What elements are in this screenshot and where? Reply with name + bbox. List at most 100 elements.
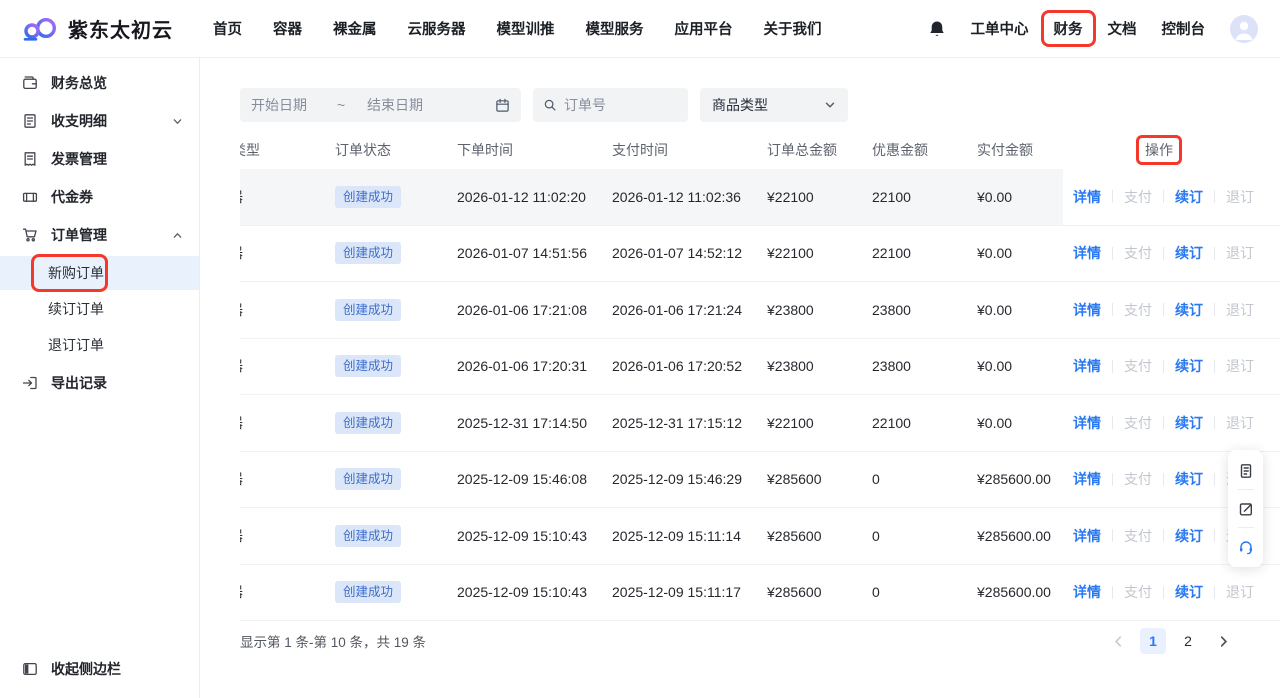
sidebar-item-voucher[interactable]: 代金券 bbox=[0, 178, 199, 216]
order-number-search-input[interactable]: 订单号 bbox=[533, 88, 688, 122]
user-avatar[interactable] bbox=[1230, 15, 1258, 43]
order-time-cell: 2025-12-09 15:46:08 bbox=[457, 471, 612, 487]
nav-link-ticket-center[interactable]: 工单中心 bbox=[971, 18, 1029, 39]
clipped-cell-fragment: 器 bbox=[240, 469, 243, 489]
pay-link[interactable]: 支付 bbox=[1124, 582, 1152, 602]
clipped-cell: 器 bbox=[240, 243, 335, 263]
pay-link[interactable]: 支付 bbox=[1124, 526, 1152, 546]
invoice-icon bbox=[22, 151, 38, 167]
orders-table: 类型 订单状态 下单时间 支付时间 订单总金额 优惠金额 实付金额 操作 器 bbox=[240, 131, 1280, 621]
renew-link[interactable]: 续订 bbox=[1175, 582, 1203, 602]
nav-menu-item[interactable]: 模型服务 bbox=[586, 18, 644, 39]
header-total-amount: 订单总金额 bbox=[767, 140, 872, 160]
nav-menu-item[interactable]: 应用平台 bbox=[675, 18, 733, 39]
nav-menu-item[interactable]: 容器 bbox=[273, 18, 302, 39]
sidebar-item-label: 代金券 bbox=[51, 187, 93, 207]
detail-link[interactable]: 详情 bbox=[1073, 243, 1101, 263]
sidebar-item-finance-overview[interactable]: 财务总览 bbox=[0, 64, 199, 102]
detail-link[interactable]: 详情 bbox=[1073, 582, 1101, 602]
detail-link[interactable]: 详情 bbox=[1073, 187, 1101, 207]
clipped-cell-fragment: 器 bbox=[240, 187, 243, 207]
nav-menu-item[interactable]: 关于我们 bbox=[764, 18, 822, 39]
renew-link[interactable]: 续订 bbox=[1175, 187, 1203, 207]
header-order-time: 下单时间 bbox=[457, 140, 612, 160]
nav-link-finance-annotated[interactable]: 财务 bbox=[1054, 18, 1083, 39]
feedback-tool-button[interactable] bbox=[1228, 495, 1263, 522]
table-row: 器 创建成功 2026-01-06 17:21:08 2026-01-06 17… bbox=[240, 282, 1280, 339]
search-icon bbox=[543, 98, 557, 112]
header-actions-annotated: 操作 bbox=[1145, 140, 1173, 160]
renew-link[interactable]: 续订 bbox=[1175, 356, 1203, 376]
nav-menu-item[interactable]: 首页 bbox=[213, 18, 242, 39]
customer-service-button[interactable] bbox=[1228, 533, 1263, 560]
nav-menu-item[interactable]: 模型训推 bbox=[497, 18, 555, 39]
sidebar-item-income-expense[interactable]: 收支明细 bbox=[0, 102, 199, 140]
table-header-row: 类型 订单状态 下单时间 支付时间 订单总金额 优惠金额 实付金额 操作 bbox=[240, 131, 1280, 169]
order-time-cell: 2026-01-07 14:51:56 bbox=[457, 245, 612, 261]
detail-link[interactable]: 详情 bbox=[1073, 469, 1101, 489]
detail-link[interactable]: 详情 bbox=[1073, 356, 1101, 376]
discount-amount-cell: 0 bbox=[872, 584, 977, 600]
renew-link[interactable]: 续订 bbox=[1175, 526, 1203, 546]
paid-amount-cell: ¥285600.00 bbox=[977, 528, 1063, 544]
sidebar-item-export-records[interactable]: 导出记录 bbox=[0, 364, 199, 402]
detail-link[interactable]: 详情 bbox=[1073, 413, 1101, 433]
detail-link[interactable]: 详情 bbox=[1073, 300, 1101, 320]
pay-link[interactable]: 支付 bbox=[1124, 187, 1152, 207]
collapse-sidebar-button[interactable]: 收起侧边栏 bbox=[0, 650, 199, 688]
nav-link-console[interactable]: 控制台 bbox=[1162, 18, 1206, 39]
status-badge: 创建成功 bbox=[335, 299, 401, 321]
pay-link[interactable]: 支付 bbox=[1124, 243, 1152, 263]
sidebar-subitem-new-orders[interactable]: 新购订单 bbox=[0, 256, 199, 290]
pay-time-cell: 2025-12-31 17:15:12 bbox=[612, 415, 767, 431]
detail-link[interactable]: 详情 bbox=[1073, 526, 1101, 546]
pay-link[interactable]: 支付 bbox=[1124, 469, 1152, 489]
discount-amount-cell: 22100 bbox=[872, 415, 977, 431]
unsubscribe-link[interactable]: 退订 bbox=[1226, 582, 1254, 602]
sidebar-item-order-mgmt[interactable]: 订单管理 bbox=[0, 216, 199, 254]
action-divider bbox=[1112, 360, 1113, 373]
pagination-bar: 显示第 1 条-第 10 条，共 19 条 1 2 bbox=[240, 627, 1280, 655]
renew-link[interactable]: 续订 bbox=[1175, 243, 1203, 263]
renew-link[interactable]: 续订 bbox=[1175, 413, 1203, 433]
floating-side-toolbar bbox=[1228, 450, 1263, 567]
discount-amount-cell: 0 bbox=[872, 471, 977, 487]
next-page-button[interactable] bbox=[1210, 628, 1236, 654]
status-badge: 创建成功 bbox=[335, 525, 401, 547]
total-amount-cell: ¥23800 bbox=[767, 302, 872, 318]
unsubscribe-link[interactable]: 退订 bbox=[1226, 413, 1254, 433]
sidebar-subitem-unsubscribe-orders[interactable]: 退订订单 bbox=[0, 328, 199, 362]
export-icon bbox=[22, 375, 38, 391]
date-range-picker[interactable]: 开始日期 ~ 结束日期 bbox=[240, 88, 521, 122]
status-badge: 创建成功 bbox=[335, 412, 401, 434]
sidebar-item-label: 财务总览 bbox=[51, 73, 107, 93]
navbar-right: 工单中心 财务 文档 控制台 bbox=[928, 15, 1259, 43]
status-badge: 创建成功 bbox=[335, 355, 401, 377]
page-button-1[interactable]: 1 bbox=[1140, 628, 1166, 654]
notification-bell-icon[interactable] bbox=[928, 20, 946, 38]
nav-menu-item[interactable]: 云服务器 bbox=[408, 18, 466, 39]
renew-link[interactable]: 续订 bbox=[1175, 300, 1203, 320]
pay-link[interactable]: 支付 bbox=[1124, 413, 1152, 433]
unsubscribe-link[interactable]: 退订 bbox=[1226, 243, 1254, 263]
prev-page-button[interactable] bbox=[1105, 628, 1131, 654]
clipped-cell: 器 bbox=[240, 526, 335, 546]
pay-link[interactable]: 支付 bbox=[1124, 356, 1152, 376]
renew-link[interactable]: 续订 bbox=[1175, 469, 1203, 489]
product-type-select[interactable]: 商品类型 bbox=[700, 88, 848, 122]
page-button-2[interactable]: 2 bbox=[1175, 628, 1201, 654]
sidebar-item-invoice-mgmt[interactable]: 发票管理 bbox=[0, 140, 199, 178]
table-row: 器 创建成功 2026-01-07 14:51:56 2026-01-07 14… bbox=[240, 226, 1280, 283]
wallet-icon bbox=[22, 75, 38, 91]
total-amount-cell: ¥22100 bbox=[767, 245, 872, 261]
unsubscribe-link[interactable]: 退订 bbox=[1226, 356, 1254, 376]
sidebar-subitem-renew-orders[interactable]: 续订订单 bbox=[0, 292, 199, 326]
unsubscribe-link[interactable]: 退订 bbox=[1226, 187, 1254, 207]
document-tool-button[interactable] bbox=[1228, 457, 1263, 484]
pay-link[interactable]: 支付 bbox=[1124, 300, 1152, 320]
status-badge: 创建成功 bbox=[335, 581, 401, 603]
nav-link-docs[interactable]: 文档 bbox=[1108, 18, 1137, 39]
unsubscribe-link[interactable]: 退订 bbox=[1226, 300, 1254, 320]
pay-time-cell: 2026-01-06 17:20:52 bbox=[612, 358, 767, 374]
nav-menu-item[interactable]: 裸金属 bbox=[333, 18, 377, 39]
